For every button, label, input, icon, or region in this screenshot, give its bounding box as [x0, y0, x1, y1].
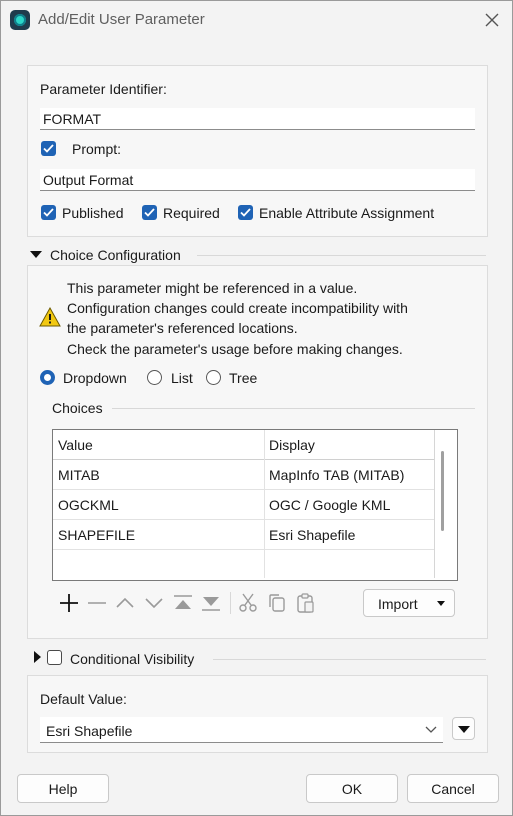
choice-config-separator [197, 255, 486, 256]
conditional-visibility-label[interactable]: Conditional Visibility [70, 651, 194, 667]
tree-radio-label[interactable]: Tree [229, 370, 257, 386]
window-title: Add/Edit User Parameter [38, 11, 205, 28]
prompt-label: Prompt: [72, 141, 122, 157]
default-value-menu-button[interactable] [452, 717, 475, 740]
cut-icon [239, 593, 257, 612]
choice-config-header[interactable]: Choice Configuration [50, 247, 181, 263]
identifier-label: Parameter Identifier: [40, 81, 167, 97]
move-bottom-button[interactable] [200, 592, 222, 614]
warning-line-1: This parameter might be referenced in a … [67, 280, 358, 296]
column-header-value[interactable]: Value [53, 430, 264, 460]
prompt-checkbox[interactable] [41, 141, 56, 156]
close-button[interactable] [479, 7, 505, 33]
checkmark-icon [43, 208, 54, 217]
toolbar-separator [230, 592, 231, 614]
app-icon [10, 10, 30, 30]
table-cell-value[interactable]: SHAPEFILE [53, 520, 264, 550]
conditional-visibility-checkbox[interactable] [47, 650, 62, 665]
identifier-field[interactable]: FORMAT [40, 108, 475, 130]
move-down-button[interactable] [143, 592, 165, 614]
paste-button[interactable] [295, 592, 317, 614]
published-label: Published [62, 205, 124, 221]
import-button-label: Import [378, 596, 418, 612]
add-icon [60, 594, 78, 612]
default-value-label: Default Value: [40, 691, 127, 707]
default-value-select[interactable]: Esri Shapefile [40, 717, 443, 743]
remove-icon [88, 602, 106, 604]
copy-button[interactable] [266, 592, 288, 614]
table-scrollbar[interactable] [441, 451, 444, 531]
move-up-icon [116, 597, 134, 608]
title-bar: Add/Edit User Parameter [1, 1, 512, 39]
paste-icon [297, 593, 314, 613]
table-cell-value[interactable]: OGCKML [53, 490, 264, 520]
move-top-button[interactable] [172, 592, 194, 614]
import-button[interactable]: Import [363, 589, 455, 617]
required-label: Required [163, 205, 220, 221]
cancel-button[interactable]: Cancel [407, 774, 499, 803]
column-divider [434, 430, 435, 578]
table-empty-row[interactable] [53, 550, 434, 580]
add-row-button[interactable] [58, 592, 80, 614]
column-header-display[interactable]: Display [264, 430, 434, 460]
collapse-arrow-icon[interactable] [30, 251, 42, 258]
list-radio[interactable] [147, 370, 162, 385]
column-divider [264, 430, 265, 578]
attribute-assignment-label: Enable Attribute Assignment [259, 205, 435, 221]
prompt-field[interactable]: Output Format [40, 169, 475, 191]
cut-button[interactable] [237, 592, 259, 614]
cancel-button-label: Cancel [431, 781, 475, 797]
dialog-window: Add/Edit User Parameter Parameter Identi… [0, 0, 513, 816]
table-cell-display[interactable]: OGC / Google KML [264, 490, 434, 520]
menu-arrow-icon [458, 726, 470, 733]
ok-button[interactable]: OK [306, 774, 398, 803]
list-radio-label[interactable]: List [171, 370, 193, 386]
checkmark-icon [144, 208, 155, 217]
move-up-button[interactable] [114, 592, 136, 614]
move-down-icon [145, 598, 163, 609]
remove-row-button[interactable] [86, 592, 108, 614]
attribute-assignment-checkbox[interactable] [238, 205, 253, 220]
checkmark-icon [240, 208, 251, 217]
table-cell-display[interactable]: MapInfo TAB (MITAB) [264, 460, 434, 490]
conditional-separator [213, 659, 486, 660]
table-cell-value[interactable]: MITAB [53, 460, 264, 490]
chevron-down-icon [425, 726, 437, 733]
move-top-icon [174, 595, 192, 609]
ok-button-label: OK [341, 781, 363, 797]
dropdown-radio[interactable] [40, 370, 55, 385]
dropdown-radio-label[interactable]: Dropdown [63, 370, 127, 386]
copy-icon [269, 594, 285, 612]
close-icon [485, 13, 499, 27]
warning-line-4: Check the parameter's usage before makin… [67, 341, 403, 357]
move-bottom-icon [202, 597, 220, 611]
warning-icon [39, 307, 61, 327]
required-checkbox[interactable] [142, 205, 157, 220]
warning-line-2: Configuration changes could create incom… [67, 300, 408, 316]
general-panel: Parameter Identifier: FORMAT Prompt: Out… [27, 65, 488, 237]
dropdown-arrow-icon [437, 601, 445, 606]
choices-table: Value Display MITAB MapInfo TAB (MITAB) … [52, 429, 458, 581]
choices-label: Choices [52, 400, 103, 416]
default-value-text: Esri Shapefile [46, 723, 133, 739]
default-value-panel: Default Value: Esri Shapefile [27, 675, 488, 753]
help-button[interactable]: Help [17, 774, 109, 803]
table-cell-display[interactable]: Esri Shapefile [264, 520, 434, 550]
published-checkbox[interactable] [41, 205, 56, 220]
checkmark-icon [43, 144, 54, 153]
warning-line-3: the parameter's referenced locations. [67, 320, 298, 336]
choices-separator [112, 408, 475, 409]
expand-arrow-icon[interactable] [34, 651, 41, 663]
help-button-label: Help [48, 781, 78, 797]
tree-radio[interactable] [206, 370, 221, 385]
